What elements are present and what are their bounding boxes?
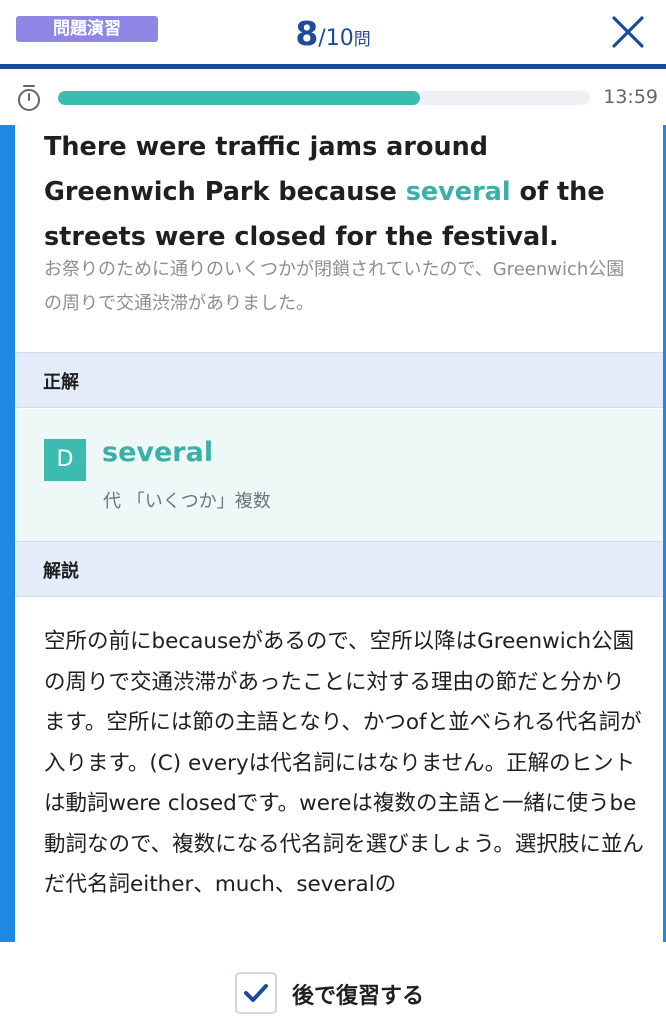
review-later-checkbox[interactable] [235, 972, 277, 1014]
close-button[interactable] [604, 8, 652, 56]
time-progress-fill [58, 91, 420, 105]
explanation-heading-label: 解説 [43, 561, 79, 582]
top-bar: 問題演習 8/10問 [0, 0, 666, 66]
question-counter: 8/10問 [0, 14, 666, 53]
answer-choice-letter: D [44, 439, 86, 481]
remaining-time: 13:59 [603, 86, 658, 108]
explanation-heading: 解説 [15, 541, 663, 597]
total-questions: /10 [318, 26, 354, 51]
correct-answer-box: D several 代 「いくつか」複数 [15, 409, 663, 541]
time-progress-bar [58, 91, 590, 105]
question-sentence: There were traffic jams around Greenwich… [44, 125, 644, 260]
explanation-text: 空所の前にbecauseがあるので、空所以降はGreenwich公園の周りで交通… [44, 629, 644, 897]
close-icon [612, 16, 644, 48]
correct-answer-heading: 正解 [15, 352, 663, 408]
counter-unit: 問 [353, 30, 371, 50]
current-question-number: 8 [295, 14, 319, 53]
checkmark-icon [244, 984, 268, 1002]
answer-word: several [102, 437, 214, 468]
question-highlight-word: several [405, 177, 511, 207]
correct-answer-heading-label: 正解 [43, 372, 79, 393]
bottom-bar: 後で復習する [0, 942, 666, 1024]
left-accent-bar [0, 125, 15, 942]
review-later-label[interactable]: 後で復習する [292, 978, 424, 1010]
stopwatch-icon [18, 85, 40, 111]
content-area[interactable]: There were traffic jams around Greenwich… [0, 125, 666, 942]
timer-row: 13:59 [0, 69, 666, 125]
question-translation: お祭りのために通りのいくつかが閉鎖されていたので、Greenwich公園の周りで… [44, 259, 625, 314]
answer-meaning: 代 「いくつか」複数 [103, 491, 271, 512]
